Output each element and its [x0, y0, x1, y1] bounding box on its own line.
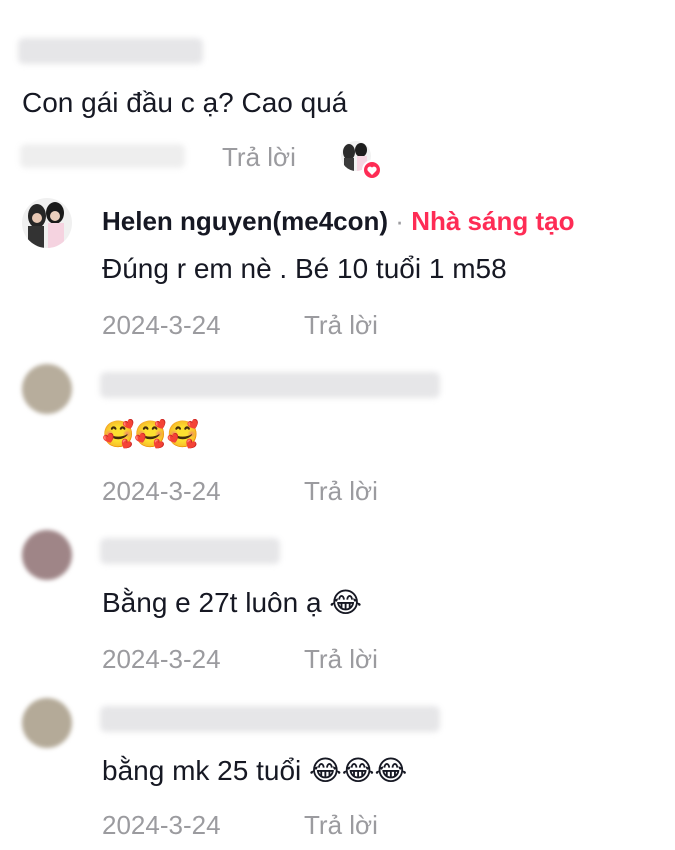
blurred-date [20, 144, 185, 168]
avatar[interactable] [22, 698, 72, 748]
comment-text: Con gái đầu c ạ? Cao quá [22, 87, 348, 118]
blurred-username[interactable] [100, 372, 440, 398]
separator-dot: · [395, 206, 404, 236]
comment-date: 2024-3-24 [102, 310, 221, 340]
reply-button[interactable]: Trả lời [304, 310, 378, 340]
comment-date: 2024-3-24 [102, 810, 221, 840]
avatar[interactable] [22, 364, 72, 414]
comment-text: bằng mk 25 tuổi 😂😂😂 [102, 755, 408, 786]
blurred-username[interactable] [100, 538, 280, 564]
reply-button[interactable]: Trả lời [222, 142, 296, 172]
avatar[interactable] [22, 530, 72, 580]
comment-text: Đúng r em nè . Bé 10 tuổi 1 m58 [102, 253, 507, 284]
comment-date: 2024-3-24 [102, 476, 221, 506]
heart-icon [362, 160, 382, 180]
creator-liked-indicator [340, 140, 382, 180]
comment-text: Bằng e 27t luôn ạ 😂 [102, 587, 363, 618]
reply-button[interactable]: Trả lời [304, 644, 378, 674]
reply-button[interactable]: Trả lời [304, 810, 378, 840]
username[interactable]: Helen nguyen(me4con) [102, 206, 388, 236]
comment-text: 🥰🥰🥰 [102, 420, 200, 450]
comment-author[interactable]: Helen nguyen(me4con) · Nhà sáng tạo [102, 206, 574, 236]
creator-badge: Nhà sáng tạo [411, 206, 575, 236]
reply-button[interactable]: Trả lời [304, 476, 378, 506]
blurred-username[interactable] [100, 706, 440, 732]
blurred-username[interactable] [18, 38, 203, 64]
avatar[interactable] [22, 198, 72, 248]
comment-date: 2024-3-24 [102, 644, 221, 674]
